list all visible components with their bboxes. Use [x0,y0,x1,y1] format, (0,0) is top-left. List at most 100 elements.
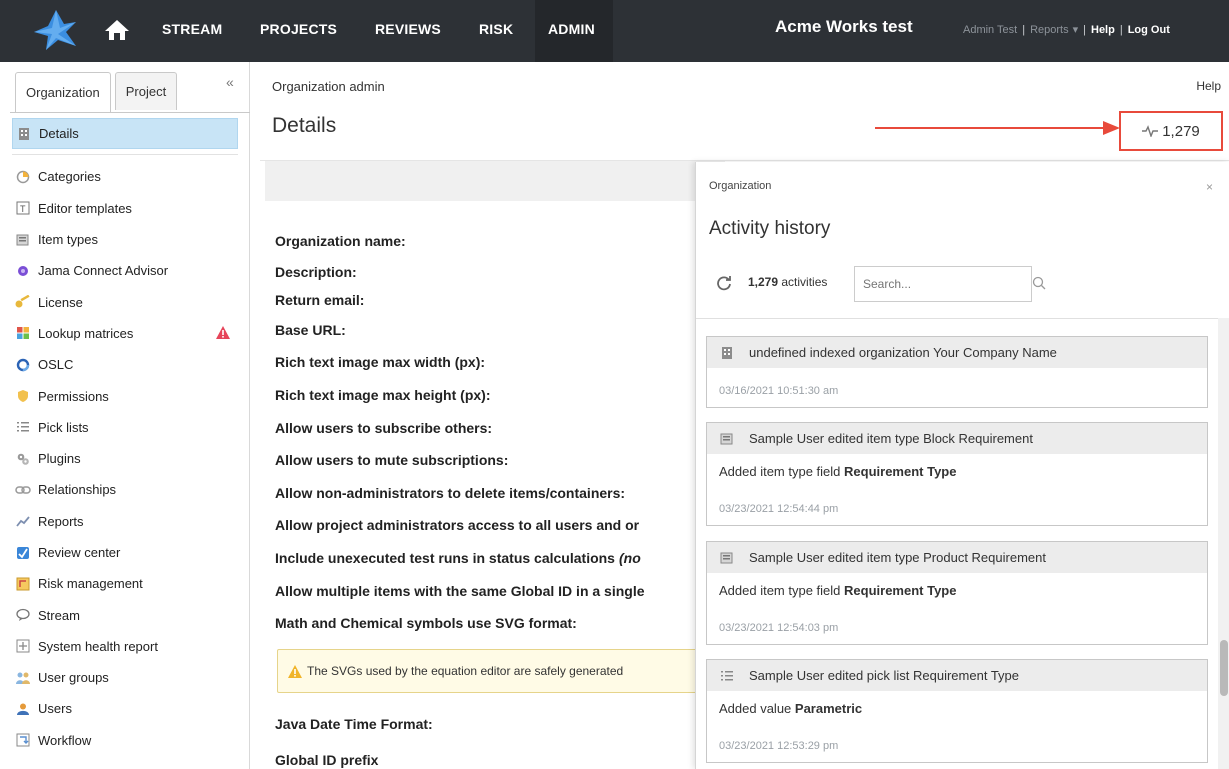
sidebar-item-user-groups[interactable]: User groups [12,662,238,693]
activity-history-button[interactable]: 1,279 [1119,111,1223,151]
search-input[interactable] [854,266,1032,302]
activity-entry[interactable]: Sample User edited item type Block Requi… [706,422,1208,526]
entry-detail: Added item type field Requirement Type [707,454,1207,479]
oslc-icon [15,357,31,373]
field-label: Allow non-administrators to delete items… [275,484,626,501]
sidebar-item-users[interactable]: Users [12,693,238,724]
scrollbar[interactable] [1218,318,1229,769]
nav-reviews[interactable]: REVIEWS [375,21,441,37]
sidebar-item-categories[interactable]: Categories [12,161,238,192]
sidebar-item-jama-connect-advisor[interactable]: Jama Connect Advisor [12,255,238,286]
entry-header: undefined indexed organization Your Comp… [707,337,1207,368]
breadcrumb[interactable]: Organization admin [272,79,385,94]
field-label: Allow users to subscribe others: [275,419,493,436]
entry-timestamp: 03/23/2021 12:54:03 pm [719,622,839,634]
page-title: Details [272,114,337,137]
panel-context: Organization [709,180,772,192]
building-icon [16,126,32,142]
app-title: Acme Works test [775,17,913,36]
user-menu[interactable]: Admin Test [963,24,1017,36]
list-icon [15,419,31,435]
sidebar-item-license[interactable]: License [12,286,238,317]
sidebar-item-oslc[interactable]: OSLC [12,349,238,380]
sidebar-item-item-types[interactable]: Item types [12,224,238,255]
user-links: Admin Test | Reports ▾ | Help | Log Out [963,23,1170,37]
sidebar-item-relationships[interactable]: Relationships [12,474,238,505]
entry-summary: Sample User edited item type Block Requi… [749,431,1033,446]
collapse-sidebar-icon[interactable]: « [226,74,234,90]
help-link[interactable]: Help [1196,79,1221,93]
sidebar-item-editor-templates[interactable]: T Editor templates [12,193,238,224]
entry-timestamp: 03/23/2021 12:54:44 pm [719,503,839,515]
sidebar-item-plugins[interactable]: Plugins [12,443,238,474]
field-label: Java Date Time Format: [275,716,433,732]
nav-admin[interactable]: ADMIN [548,21,595,37]
sidebar-item-details[interactable]: Details [12,118,238,150]
entry-header: Sample User edited item type Block Requi… [707,423,1207,454]
chevron-down-icon[interactable]: ▾ [1073,23,1079,36]
tab-organization[interactable]: Organization [15,72,111,112]
entry-timestamp: 03/23/2021 12:53:29 pm [719,740,839,752]
review-icon [15,545,31,561]
sidebar-item-reports[interactable]: Reports [12,506,238,537]
sidebar-item-risk-management[interactable]: Risk management [12,568,238,599]
logo-icon[interactable] [30,8,82,52]
sidebar-item-label: Editor templates [38,200,132,216]
search-icon[interactable] [1032,276,1046,290]
entry-summary: undefined indexed organization Your Comp… [749,345,1057,360]
sidebar-item-lookup-matrices[interactable]: Lookup matrices [12,318,238,349]
svg-info-notice: The SVGs used by the equation editor are… [277,649,707,693]
tab-project[interactable]: Project [114,72,178,110]
separator: | [1119,23,1123,36]
entry-detail-text: Added item type field [719,583,845,598]
sidebar-item-stream[interactable]: Stream [12,599,238,630]
nav-projects[interactable]: PROJECTS [260,21,337,37]
entry-summary: Sample User edited item type Product Req… [749,550,1046,565]
sidebar-item-label: Pick lists [38,419,89,435]
sidebar-item-label: Relationships [38,482,117,498]
logout-link[interactable]: Log Out [1128,24,1170,36]
warning-icon [288,664,302,678]
red-arrow-annotation [875,121,1120,135]
admin-sidebar: Organization Project « Details Categorie… [0,62,250,769]
sidebar-item-label: Item types [38,232,98,248]
sidebar-item-label: License [38,294,83,310]
sidebar-item-workflow[interactable]: Workflow [12,725,238,756]
field-label: Allow users to mute subscriptions: [275,452,509,469]
help-link[interactable]: Help [1091,24,1115,36]
risk-icon [15,576,31,592]
close-icon[interactable]: × [1206,180,1213,194]
workflow-icon [15,732,31,748]
nav-stream[interactable]: STREAM [162,21,222,37]
entry-detail: Added item type field Requirement Type [707,573,1207,598]
sidebar-item-label: Categories [38,169,101,185]
activity-count-suffix: activities [781,275,828,289]
activity-entry[interactable]: undefined indexed organization Your Comp… [706,336,1208,408]
key-icon [15,294,31,310]
categories-icon [15,169,31,185]
scrollbar-thumb[interactable] [1220,640,1228,696]
sidebar-item-label: Jama Connect Advisor [38,263,169,279]
sidebar-item-pick-lists[interactable]: Pick lists [12,412,238,443]
activity-entry[interactable]: Sample User edited item type Product Req… [706,541,1208,645]
chart-icon [15,513,31,529]
sidebar-item-label: Lookup matrices [38,325,134,341]
details-fields-continued: Java Date Time Format: Global ID prefix [275,706,715,769]
warning-icon [216,325,230,339]
sidebar-item-review-center[interactable]: Review center [12,537,238,568]
sidebar-item-permissions[interactable]: Permissions [12,380,238,411]
refresh-icon[interactable] [716,275,732,291]
field-label: Math and Chemical symbols use SVG format… [275,615,577,632]
field-label-test-runs: Include unexecuted test runs in status c… [275,542,715,575]
nav-risk[interactable]: RISK [479,21,513,37]
field-label: Allow multiple items with the same Globa… [275,582,645,599]
field-label: Include unexecuted test runs in status c… [275,550,615,567]
entry-detail: Added value Parametric [707,691,1207,716]
sidebar-item-label: Plugins [38,451,81,467]
building-icon [719,345,735,361]
activity-entry[interactable]: Sample User edited pick list Requirement… [706,659,1208,763]
top-navigation-bar: STREAM PROJECTS REVIEWS RISK ADMIN Acme … [0,0,1229,62]
home-icon[interactable] [104,18,130,42]
reports-menu[interactable]: Reports [1030,24,1069,36]
sidebar-item-system-health-report[interactable]: System health report [12,631,238,662]
